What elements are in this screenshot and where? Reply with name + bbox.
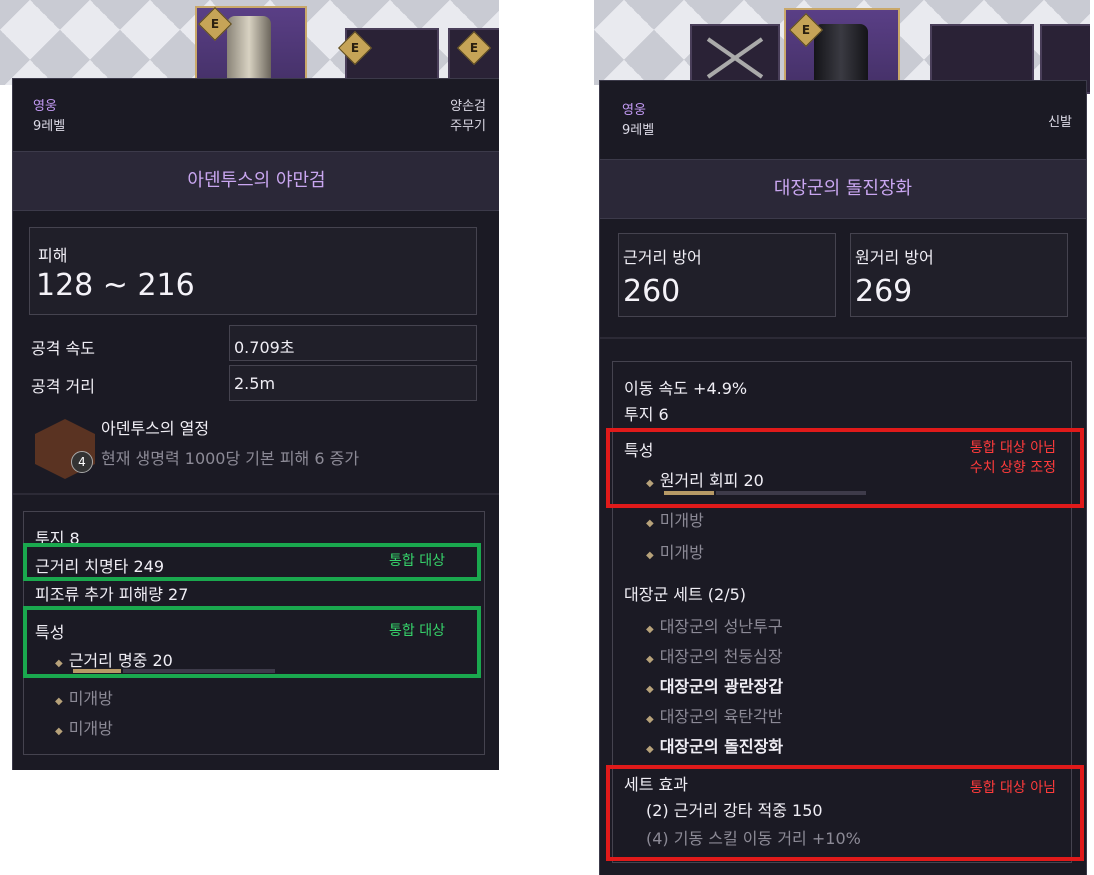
ranged-defense-label: 원거리 방어 (855, 248, 934, 267)
passive-skill-level: 4 (71, 451, 93, 473)
annotation-trait-line1: 통합 대상 아님 (969, 440, 1056, 456)
damage-value: 128 ~ 216 (36, 268, 195, 303)
locked-trait-1: ◆ 미개방 (55, 685, 113, 709)
locked-trait-2: ◆ 미개방 (55, 715, 113, 739)
bullet-icon: ◆ (646, 654, 654, 665)
bullet-icon: ◆ (646, 744, 654, 755)
left-item-panel: E 🔒 9 E E 영웅 9레벨 양손검 주무기 아덴투스의 야만검 피해 12… (0, 0, 499, 770)
bullet-icon: ◆ (55, 696, 63, 707)
damage-label: 피해 (38, 246, 68, 265)
set-item-4-text: 대장군의 육탄각반 (659, 707, 783, 726)
set-item-2: ◆ 대장군의 천둥심장 (646, 643, 783, 667)
bullet-icon: ◆ (646, 550, 654, 561)
damage-box: 피해 128 ~ 216 (29, 227, 477, 315)
item-grade: 영웅 (33, 99, 57, 114)
set-item-4: ◆ 대장군의 육탄각반 (646, 703, 783, 727)
right-item-panel: E 🔒 9 영웅 9레벨 신발 대장군의 돌진장화 근거리 방어 260 원거리… (594, 0, 1090, 875)
set-item-2-text: 대장군의 천둥심장 (659, 647, 783, 666)
set-item-1: ◆ 대장군의 성난투구 (646, 613, 783, 637)
stat-move-speed: 이동 속도 +4.9% (624, 379, 748, 398)
set-item-3-text: 대장군의 광란장갑 (659, 677, 784, 696)
attack-speed-label: 공격 속도 (31, 339, 95, 358)
ranged-defense-value: 269 (855, 274, 913, 309)
bullet-icon: ◆ (646, 624, 654, 635)
melee-defense-box: 근거리 방어 260 (618, 233, 836, 317)
attack-speed-box: 0.709초 (229, 325, 477, 361)
locked-trait-1: ◆ 미개방 (646, 507, 704, 531)
item-level: 9레벨 (33, 119, 66, 134)
item-type: 양손검 (450, 99, 486, 114)
item-type: 신발 (1048, 115, 1072, 130)
locked-trait-2-text: 미개방 (68, 719, 113, 738)
item-level: 9레벨 (622, 123, 655, 138)
divider (600, 337, 1086, 339)
item-name: 아덴투스의 야만검 (13, 151, 499, 211)
annotation-trait-line2: 수치 상향 조정 (969, 460, 1056, 476)
bullet-icon: ◆ (646, 714, 654, 725)
melee-defense-value: 260 (623, 274, 681, 309)
slot-type: 주무기 (450, 119, 486, 134)
stat-resolve: 투지 6 (624, 405, 669, 424)
set-item-3: ◆ 대장군의 광란장갑 (646, 673, 783, 697)
set-item-5: ◆ 대장군의 돌진장화 (646, 733, 783, 757)
attack-range-label: 공격 거리 (31, 377, 95, 396)
item-grade: 영웅 (622, 103, 646, 118)
locked-trait-1-text: 미개방 (659, 511, 704, 530)
ranged-defense-box: 원거리 방어 269 (850, 233, 1068, 317)
bullet-icon: ◆ (55, 726, 63, 737)
melee-defense-label: 근거리 방어 (623, 248, 702, 267)
annotation-text-trait: 통합 대상 아님 수치 상향 조정 (970, 438, 1056, 478)
set-title: 대장군 세트 (2/5) (624, 585, 747, 604)
stat-avian-damage: 피조류 추가 피해량 27 (35, 585, 189, 604)
attack-range-box: 2.5m (229, 365, 477, 401)
set-item-5-text: 대장군의 돌진장화 (659, 737, 784, 756)
divider (13, 493, 499, 495)
annotation-box-trait (23, 606, 481, 678)
bullet-icon: ◆ (646, 684, 654, 695)
passive-skill-description: 현재 생명력 1000당 기본 피해 6 증가 (101, 449, 360, 468)
attack-range-value: 2.5m (234, 374, 276, 393)
locked-trait-2: ◆ 미개방 (646, 539, 704, 563)
set-item-1-text: 대장군의 성난투구 (659, 617, 783, 636)
annotation-text-trait: 통합 대상 (389, 623, 445, 639)
bullet-icon: ◆ (646, 518, 654, 529)
locked-trait-1-text: 미개방 (68, 689, 113, 708)
item-name: 대장군의 돌진장화 (600, 159, 1086, 219)
locked-trait-2-text: 미개방 (659, 543, 704, 562)
annotation-text-set: 통합 대상 아님 (969, 780, 1056, 796)
passive-skill-name: 아덴투스의 열정 (101, 419, 210, 438)
annotation-text-crit: 통합 대상 (389, 553, 445, 569)
attack-speed-value: 0.709초 (234, 338, 295, 357)
